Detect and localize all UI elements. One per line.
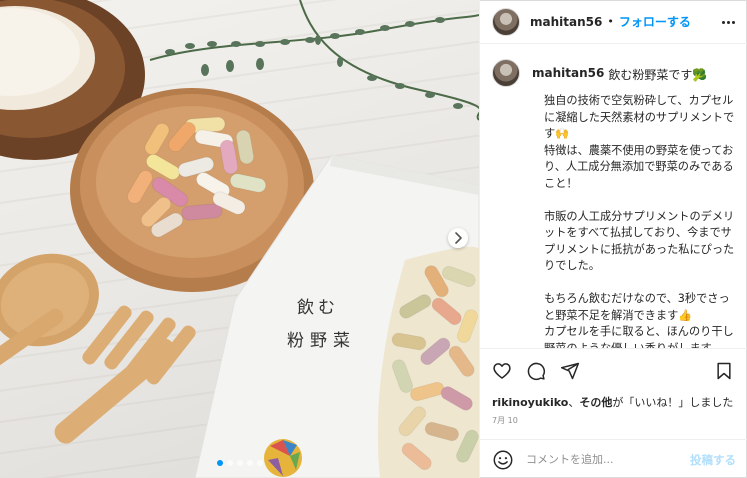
post-comment-button[interactable]: 投稿する [690,452,736,468]
carousel-dot [226,460,233,466]
carousel-indicator [0,460,479,466]
carousel-dot [256,460,263,466]
post-photo[interactable]: 飲む 粉野菜 [0,0,479,478]
likes-connector: 、 [568,396,580,409]
emoji-icon[interactable] [492,449,514,471]
brand-logo [264,439,302,477]
caption-body: 独自の技術で空気粉砕して、カプセルに凝縮した天然素材のサプリメントです🙌 特徴は… [544,94,735,348]
chevron-right-icon [455,232,462,244]
next-photo-button[interactable] [448,228,468,248]
caption-avatar[interactable] [492,59,520,87]
carousel-dot [216,460,223,466]
caption-username[interactable]: mahitan56 [532,66,604,80]
more-icon [726,20,730,24]
action-icons [492,361,580,381]
liker-username[interactable]: rikinoyukiko [492,396,568,409]
avatar[interactable] [492,7,520,36]
carousel-dot [246,460,253,466]
post-date[interactable]: 7月 10 [492,415,518,426]
caption-title: 飲む粉野菜です🥦 [608,68,708,82]
carousel-dot [236,460,243,466]
likes-others-link[interactable]: その他 [579,396,612,409]
product-label-line2: 粉野菜 [287,331,356,351]
caption: mahitan56 飲む粉野菜です🥦 独自の技術で空気粉砕して、カプセルに凝縮し… [480,45,747,348]
more-options-button[interactable] [720,14,736,30]
follow-button[interactable]: フォローする [619,13,691,30]
comment-bar: 投稿する [480,439,747,478]
caption-head: mahitan56 飲む粉野菜です🥦 [492,59,736,87]
likes-summary: rikinoyukiko、その他が「いいね！」しました [492,394,733,410]
comment-icon[interactable] [526,361,546,381]
photo-illustration [0,0,479,478]
more-icon [721,20,725,24]
more-icon [731,20,735,24]
header-username[interactable]: mahitan56 [530,15,602,29]
likes-suffix: が「いいね！」しました [612,396,734,409]
heart-icon[interactable] [492,361,512,381]
comment-input[interactable] [526,453,690,466]
action-area: rikinoyukiko、その他が「いいね！」しました 7月 10 投稿する [480,348,747,478]
post-header: mahitan56 • フォローする [480,0,747,44]
product-label-line1: 飲む [297,298,339,318]
post-sidebar: mahitan56 • フォローする mahitan56 飲む粉野菜です🥦 独自… [479,0,747,478]
bookmark-icon[interactable] [714,361,734,381]
share-icon[interactable] [560,361,580,381]
separator-dot: • [607,15,614,28]
